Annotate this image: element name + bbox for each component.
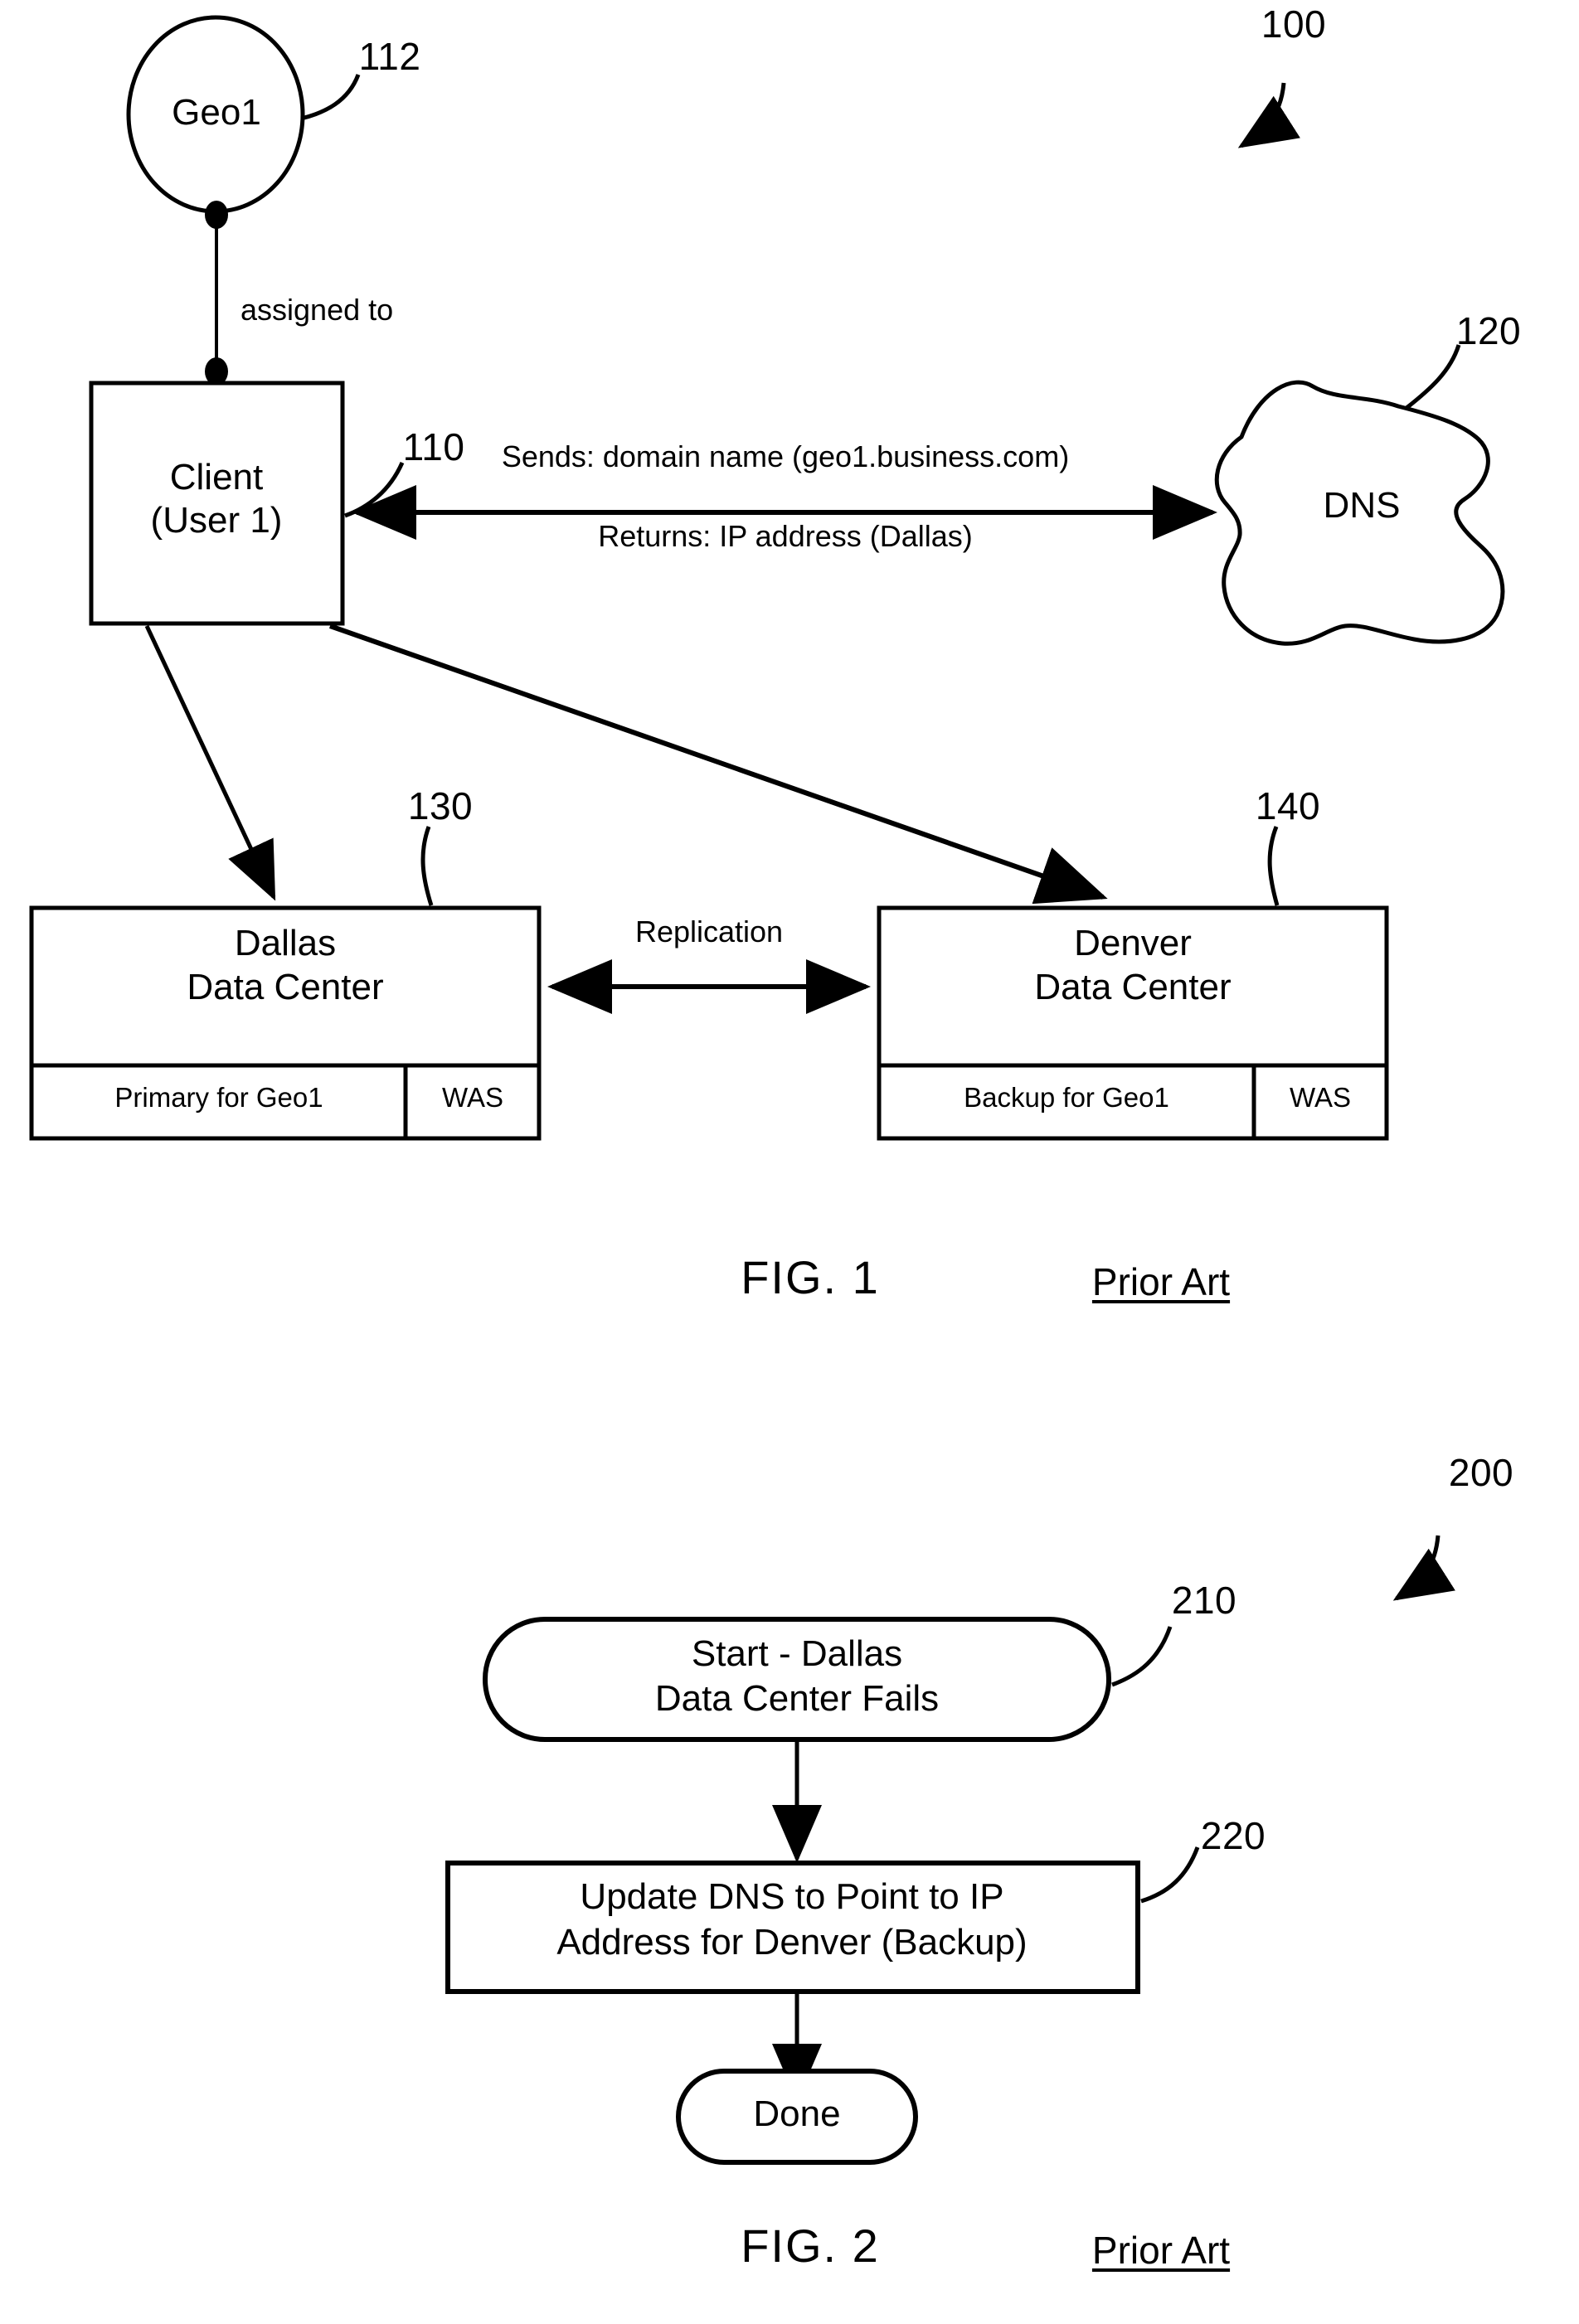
start-node-label-line2: Data Center Fails (654, 1678, 940, 1719)
dallas-role-cell: Primary for Geo1 (114, 1082, 323, 1113)
ref-label-210: 210 (1171, 1579, 1237, 1622)
ref-label-220: 220 (1200, 1814, 1266, 1857)
fig2-caption: FIG. 2 (741, 2220, 880, 2272)
ref-label-140: 140 (1255, 784, 1321, 827)
client-to-denver-arrow (329, 623, 1108, 905)
denver-server-cell: WAS (1290, 1082, 1351, 1113)
fig1-caption: FIG. 1 (741, 1251, 880, 1303)
ref-110-leader (344, 461, 405, 518)
ref-label-200: 200 (1448, 1451, 1514, 1494)
ref-120-leader (1405, 344, 1461, 410)
ref-130-leader (420, 826, 434, 906)
ref-220-leader (1140, 1846, 1200, 1904)
denver-label-line1: Denver (1074, 923, 1192, 963)
client-to-dallas-arrow (144, 624, 276, 901)
ref-112-leader (300, 74, 361, 121)
update-dns-label-line1: Update DNS to Point to IP (580, 1876, 1004, 1917)
ref-210-leader (1111, 1626, 1173, 1687)
edge-label-assigned-to: assigned to (240, 293, 394, 327)
ref-label-130: 130 (407, 784, 474, 827)
dallas-label-line2: Data Center (187, 967, 384, 1007)
fig2-prior-art-label: Prior Art (1091, 2229, 1231, 2272)
start-node-label-line1: Start - Dallas (691, 1633, 903, 1674)
ref-label-110: 110 (402, 425, 465, 468)
ref-140-leader (1267, 826, 1280, 906)
edge-label-sends-domain-name: Sends: domain name (geo1.business.com) (501, 439, 1070, 473)
fig1-prior-art-label: Prior Art (1091, 1260, 1231, 1303)
client-label-line1: Client (169, 457, 264, 497)
dns-label: DNS (1323, 485, 1401, 526)
geo1-label: Geo1 (172, 92, 261, 133)
ref-200-leader-arrow (1392, 1535, 1455, 1601)
done-node-label: Done (753, 2094, 841, 2134)
ref-label-120: 120 (1455, 309, 1522, 352)
ref-100-leader-arrow (1237, 82, 1300, 148)
ref-label-100: 100 (1261, 2, 1327, 46)
update-dns-label-line2: Address for Denver (Backup) (556, 1922, 1028, 1963)
edge-label-replication: Replication (634, 915, 784, 949)
client-label-line2: (User 1) (150, 500, 283, 541)
figure-vector-layer (29, 15, 1505, 2165)
dallas-label-line1: Dallas (234, 923, 337, 963)
denver-role-cell: Backup for Geo1 (964, 1082, 1169, 1113)
patent-drawing-sheet: 100 Geo1 112 assigned to 110 Client (Use… (0, 0, 1579, 2324)
dallas-server-cell: WAS (442, 1082, 503, 1113)
denver-label-line2: Data Center (1034, 967, 1232, 1007)
edge-label-returns-ip-address: Returns: IP address (Dallas) (598, 519, 973, 553)
fig2-graphics (445, 1535, 1455, 2165)
connector-dot-top (205, 201, 228, 229)
ref-label-112: 112 (358, 35, 421, 78)
